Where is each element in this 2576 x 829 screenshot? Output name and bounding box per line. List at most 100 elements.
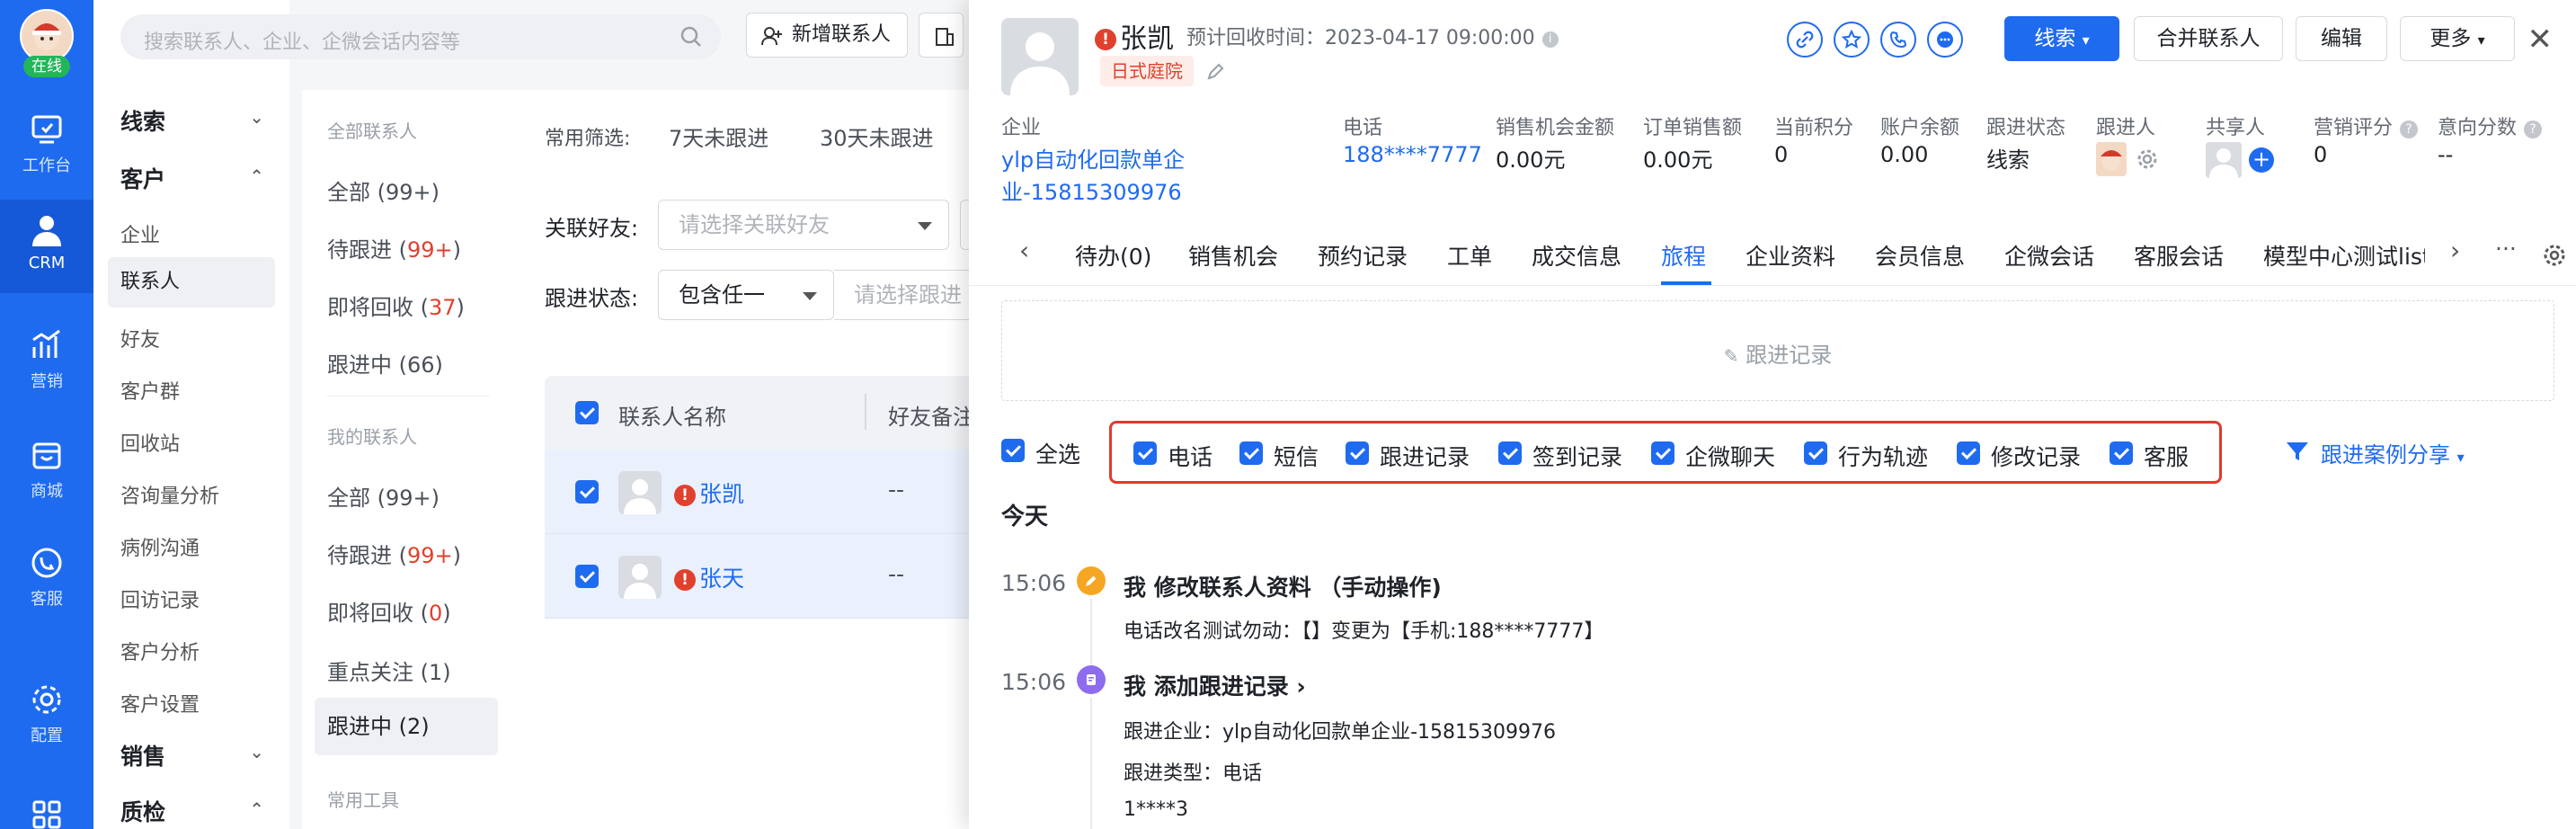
filter-my-pending[interactable]: 待跟进 (99+): [327, 538, 461, 569]
filter-my-focus[interactable]: 重点关注 (1): [327, 655, 451, 686]
filter-pending[interactable]: 待跟进 (99+): [327, 232, 461, 263]
checkbox[interactable]: [1346, 441, 1369, 465]
nav-group-customers[interactable]: 客户: [120, 162, 165, 194]
help-icon[interactable]: ?: [2524, 120, 2543, 138]
rail-item-mall[interactable]: 商城: [0, 437, 93, 514]
close-icon[interactable]: ✕: [2527, 22, 2554, 58]
checkbox[interactable]: [1133, 441, 1157, 465]
help-icon[interactable]: ?: [2400, 120, 2419, 138]
add-sharer-icon[interactable]: +: [2249, 147, 2274, 173]
filter-checkin[interactable]: 签到记录: [1498, 440, 1622, 472]
select-all-checkbox[interactable]: [1001, 439, 1025, 462]
link-icon[interactable]: [1787, 22, 1823, 58]
checkbox[interactable]: [1651, 441, 1674, 465]
nav-item-contacts[interactable]: 联系人: [108, 257, 275, 308]
filter-behavior[interactable]: 行为轨迹: [1804, 440, 1928, 472]
star-icon[interactable]: [1834, 22, 1870, 58]
tab-wecom-chats[interactable]: 企微会话: [2004, 239, 2094, 272]
contact-name-link[interactable]: ! 张天: [674, 561, 744, 593]
friend-select[interactable]: 请选择关联好友: [658, 200, 949, 250]
nav-item-customer-analysis[interactable]: 客户分析: [120, 637, 200, 665]
phone-icon[interactable]: [1880, 22, 1916, 58]
tab-model-center[interactable]: 模型中心测试list: [2263, 239, 2425, 272]
nav-item-recycle-bin[interactable]: 回收站: [120, 428, 180, 457]
rail-item-apps[interactable]: [0, 797, 93, 829]
rail-item-crm[interactable]: CRM: [0, 200, 93, 293]
tab-settings-icon[interactable]: [2542, 243, 2567, 268]
select-all-checkbox[interactable]: [575, 401, 599, 424]
tab-scroll-left-icon[interactable]: ‹: [1019, 236, 1029, 265]
filter-phone[interactable]: 电话: [1133, 440, 1212, 472]
search-icon[interactable]: [680, 25, 703, 49]
user-avatar[interactable]: 在线: [20, 9, 74, 77]
more-dropdown-button[interactable]: 更多 ▾: [2400, 16, 2515, 61]
filter-my-recover[interactable]: 即将回收 (0): [327, 595, 451, 627]
field-phone-value[interactable]: 188****7777: [1343, 142, 1482, 167]
filter-wecom-chat[interactable]: 企微聊天: [1651, 440, 1775, 472]
tab-deals[interactable]: 成交信息: [1532, 239, 1621, 272]
search-input[interactable]: 搜索联系人、企业、企微会话内容等: [144, 26, 460, 55]
tab-todo[interactable]: 待办(0): [1075, 239, 1151, 272]
import-button[interactable]: [919, 13, 964, 58]
filter-my-following[interactable]: 跟进中 (2): [315, 698, 498, 755]
tab-journey[interactable]: 旅程: [1661, 239, 1706, 272]
filter-following[interactable]: 跟进中 (66): [327, 347, 443, 379]
global-search[interactable]: 搜索联系人、企业、企微会话内容等: [120, 14, 721, 59]
checkbox[interactable]: [1239, 441, 1263, 465]
edit-pencil-icon[interactable]: [1206, 63, 1224, 81]
info-icon[interactable]: i: [1541, 31, 1559, 48]
rail-item-marketing[interactable]: 营销: [0, 327, 93, 405]
chevron-up-icon[interactable]: ⌃: [249, 165, 264, 187]
add-follow-record-box[interactable]: ✎ 跟进记录: [1001, 300, 2554, 401]
nav-group-qc[interactable]: 质检: [120, 795, 165, 827]
table-row[interactable]: ! 张凯 --: [545, 450, 994, 534]
filter-customer-service[interactable]: 客服: [2110, 440, 2189, 472]
nav-item-friends[interactable]: 好友: [120, 324, 160, 352]
more-tabs-icon[interactable]: ···: [2495, 236, 2517, 262]
tab-sales-opportunity[interactable]: 销售机会: [1188, 239, 1278, 272]
nav-item-customer-groups[interactable]: 客户群: [120, 376, 180, 405]
follow-case-share-button[interactable]: 跟进案例分享 ▾: [2287, 437, 2465, 468]
nav-item-return-visits[interactable]: 回访记录: [120, 584, 200, 613]
nav-group-leads[interactable]: 线索: [120, 104, 165, 137]
status-mode-select[interactable]: 包含任一: [658, 270, 834, 320]
nav-item-inquiry-analysis[interactable]: 咨询量分析: [120, 480, 219, 509]
tab-company-info[interactable]: 企业资料: [1745, 239, 1835, 272]
chevron-down-icon[interactable]: ⌄: [249, 741, 264, 762]
rail-item-service[interactable]: 客服: [0, 545, 93, 622]
filter-modifications[interactable]: 修改记录: [1957, 440, 2081, 472]
nav-group-sales[interactable]: 销售: [120, 739, 165, 771]
timeline-title-link[interactable]: 我 添加跟进记录 ›: [1124, 669, 1306, 701]
tab-scroll-right-icon[interactable]: ›: [2450, 236, 2460, 265]
tab-member-info[interactable]: 会员信息: [1875, 239, 1965, 272]
filter-recover[interactable]: 即将回收 (37): [327, 290, 465, 321]
field-company-value-2[interactable]: 业-15815309976: [1001, 174, 1182, 206]
row-checkbox[interactable]: [575, 565, 599, 588]
chevron-up-icon[interactable]: ⌃: [249, 798, 264, 820]
edit-button[interactable]: 编辑: [2296, 16, 2387, 61]
checkbox[interactable]: [1957, 441, 1980, 465]
filter-all[interactable]: 全部 (99+): [327, 174, 440, 206]
chevron-down-icon[interactable]: ⌄: [249, 106, 264, 128]
row-checkbox[interactable]: [575, 480, 599, 504]
follower-avatar[interactable]: [2096, 142, 2127, 176]
merge-contact-button[interactable]: 合并联系人: [2134, 16, 2283, 61]
tab-appointments[interactable]: 预约记录: [1318, 239, 1408, 272]
filter-follow-records[interactable]: 跟进记录: [1346, 440, 1470, 472]
quick-filter-7days[interactable]: 7天未跟进: [669, 120, 768, 152]
quick-filter-30days[interactable]: 30天未跟进: [820, 120, 934, 152]
filter-my-all[interactable]: 全部 (99+): [327, 480, 440, 512]
leads-dropdown-button[interactable]: 线索 ▾: [2004, 16, 2119, 61]
field-company-value[interactable]: ylp自动化回款单企: [1001, 142, 1185, 174]
chat-icon[interactable]: [1927, 22, 1963, 58]
checkbox[interactable]: [1804, 441, 1827, 465]
rail-item-settings[interactable]: 配置: [0, 682, 93, 759]
filter-sms[interactable]: 短信: [1239, 440, 1319, 472]
rail-item-workbench[interactable]: 工作台: [0, 111, 93, 189]
select-all-toggle[interactable]: 全选: [1001, 437, 1080, 469]
nav-item-customer-settings[interactable]: 客户设置: [120, 689, 200, 718]
contact-name-link[interactable]: ! 张凯: [674, 477, 744, 509]
settings-icon[interactable]: [2136, 147, 2159, 171]
table-row[interactable]: ! 张天 --: [545, 534, 994, 619]
sharer-avatar[interactable]: [2206, 142, 2242, 178]
